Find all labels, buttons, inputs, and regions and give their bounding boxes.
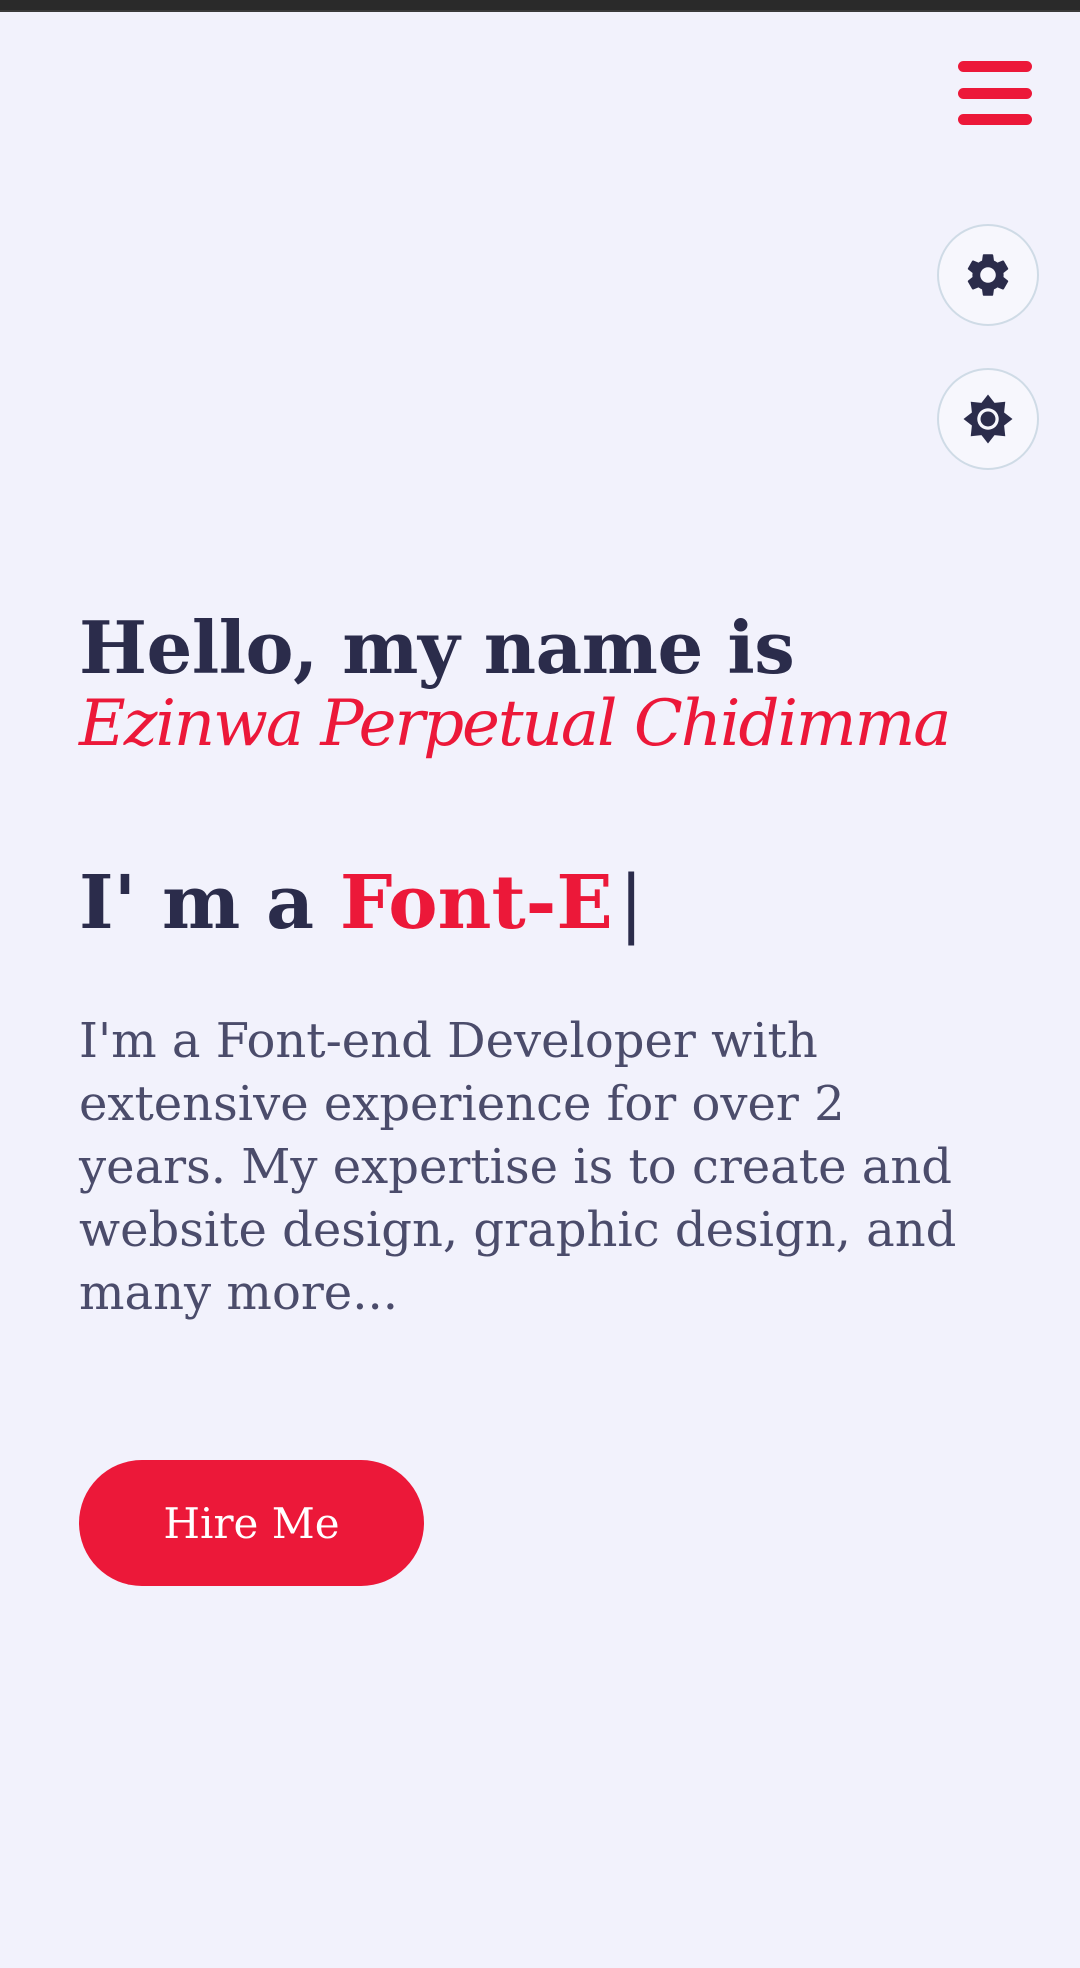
style-switcher-button[interactable]: [937, 224, 1039, 326]
role-prefix: I' m a: [79, 860, 340, 946]
gear-icon: [962, 249, 1014, 301]
typed-role-heading: I' m a Font-E|: [79, 858, 644, 948]
hamburger-menu-button[interactable]: [958, 58, 1034, 128]
typing-cursor: |: [618, 860, 644, 946]
hamburger-menu-icon-bar: [958, 61, 1032, 72]
hire-me-button[interactable]: Hire Me: [79, 1460, 424, 1586]
top-status-strip: [0, 0, 1080, 12]
hero-description: I'm a Font-end Developer with extensive …: [79, 1013, 957, 1321]
hamburger-menu-icon-bar: [958, 87, 1032, 99]
typed-role-text: Font-E: [339, 860, 613, 946]
day-night-toggle-button[interactable]: [937, 368, 1039, 470]
hero-heading-block: Hello, my name is Ezinwa Perpetual Chidi…: [79, 612, 979, 761]
sun-icon: [960, 391, 1016, 447]
hero-heading: Hello, my name is Ezinwa Perpetual Chidi…: [79, 612, 979, 761]
greeting-text: Hello, my name is: [79, 605, 795, 690]
hero-name: Ezinwa Perpetual Chidimma: [79, 687, 951, 761]
hamburger-menu-icon-bar: [958, 114, 1032, 125]
